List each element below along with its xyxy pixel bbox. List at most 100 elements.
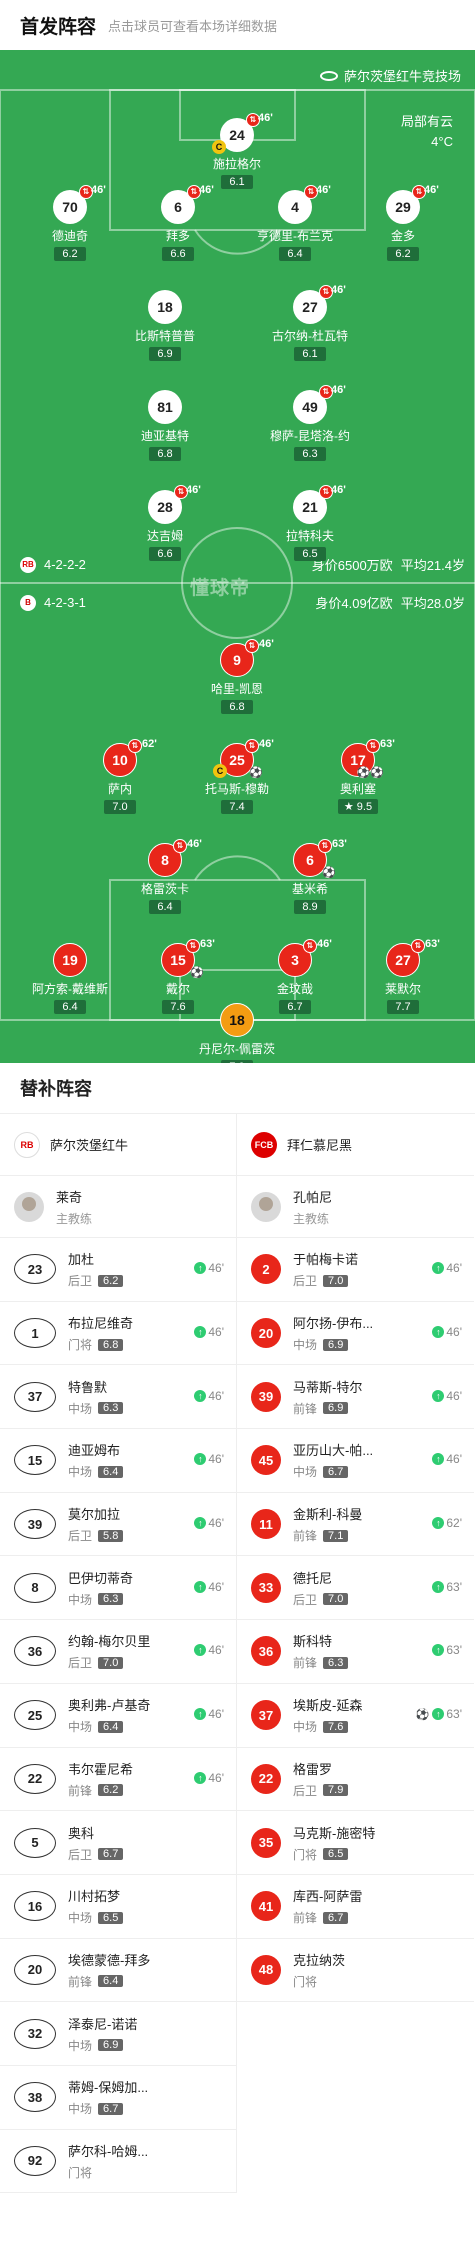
substitutes-section: 替补阵容 RB 萨尔茨堡红牛 莱奇 主教练 23 加杜 后卫 6.2 ↑ 46' 1 布拉尼维… [0,1063,475,2194]
sub-row[interactable]: 39 莫尔加拉 后卫 5.8 ↑ 46' [0,1493,236,1557]
sub-row[interactable]: 20 埃德蒙德-拜多 前锋 6.4 [0,1939,236,2003]
sub-name: 泽泰尼-诺诺 [68,2016,138,2032]
player-name: 金多 [390,229,415,243]
sub-position: 中场 [68,1720,93,1735]
sub-row[interactable]: 37 特鲁默 中场 6.3 ↑ 46' [0,1365,236,1430]
sub-number: 2 [251,1254,281,1285]
sub-row[interactable]: 33 德托尼 后卫 7.0 ↑ 63' [237,1556,474,1621]
sub-position: 后卫 [293,1783,318,1798]
sub-arrow-icon: ⇅ [173,839,187,853]
player-name: 穆萨-昆塔洛-约 [270,429,350,443]
sub-name: 金斯利-科曼 [293,1507,363,1523]
sub-row[interactable]: 41 库西-阿萨雷 前锋 6.7 [237,1875,474,1939]
sub-rating: 6.4 [98,1720,124,1733]
sub-number: 23 [14,1254,56,1285]
player-home[interactable]: 70 ⇅ 46' 德迪奇 6.2 [20,184,120,262]
sub-time: 46' [331,484,346,496]
lineup-subtitle: 点击球员可查看本场详细数据 [108,18,278,34]
away-coach[interactable]: 孔帕尼 主教练 [237,1176,474,1238]
player-number: 27 ⇅ 63' [386,938,440,977]
sub-row[interactable]: 16 川村拓梦 中场 6.5 [0,1875,236,1939]
sub-number: 11 [251,1509,281,1540]
player-number: 29 ⇅ 46' [386,184,439,224]
player-name: 奥利塞 [339,782,376,796]
sub-name: 埃德蒙德-拜多 [68,1952,151,1968]
sub-row[interactable]: 2 于帕梅卡诺 后卫 7.0 ↑ 46' [237,1238,474,1302]
player-away[interactable]: 17 ⇅ 63' ⚽⚽ 奥利塞 ★ 9.5 [308,738,408,815]
player-home[interactable]: 18 比斯特普普 6.9 [115,290,215,362]
player-home[interactable]: 29 ⇅ 46' 金多 6.2 [353,184,453,262]
away-team-name-row[interactable]: FCB 拜仁慕尼黑 [237,1114,474,1176]
sub-rating: 7.9 [323,1784,349,1797]
sub-row[interactable]: 8 巴伊切蒂奇 中场 6.3 ↑ 46' [0,1556,236,1621]
goal-icon: ⚽ [415,1708,430,1721]
home-formation: 4-2-2-2 [44,557,86,572]
sub-rating: 6.3 [98,1402,124,1415]
home-team-summary: RB 4-2-2-2 身价6500万欧 平均21.4岁 [0,555,475,574]
player-home[interactable]: 21 ⇅ 46' 拉特科夫 6.5 [260,484,360,562]
player-name: 戴尔 [165,982,190,996]
sub-time: 46' [424,184,439,196]
player-home[interactable]: 81 迪亚基特 6.8 [115,390,215,462]
sub-arrow-icon: ⇅ [245,639,259,653]
sub-position: 门将 [68,1338,93,1353]
sub-row[interactable]: 38 蒂姆-保姆加... 中场 6.7 [0,2066,236,2130]
sub-row[interactable]: 37 埃斯皮-延森 中场 7.6 ⚽ ↑ 63' [237,1684,474,1748]
sub-row[interactable]: 23 加杜 后卫 6.2 ↑ 46' [0,1238,236,1302]
sub-row[interactable]: 22 格雷罗 后卫 7.9 [237,1748,474,1812]
sub-row[interactable]: 45 亚历山大-帕... 中场 6.7 ↑ 46' [237,1429,474,1493]
salzburg-logo-icon: RB [14,1131,40,1158]
sub-row[interactable]: 1 布拉尼维奇 门将 6.8 ↑ 46' [0,1302,236,1366]
player-number: 17 ⇅ 63' ⚽⚽ [341,738,395,779]
sub-name: 库西-阿萨雷 [293,1889,363,1905]
sub-position: 中场 [68,1911,93,1926]
player-away[interactable]: 10 ⇅ 62' 萨内 7.0 [70,738,170,815]
sub-row[interactable]: 22 韦尔霍尼希 前锋 6.2 ↑ 46' [0,1748,236,1812]
player-number: 15 ⇅ 63' ⚽ [161,938,215,979]
player-home[interactable]: 4 ⇅ 46' 亨德里-布兰克 6.4 [245,184,345,262]
player-rating: 6.1 [294,347,326,361]
player-away[interactable]: 19 阿方索-戴维斯 6.4 [20,943,120,1015]
sub-row[interactable]: 35 马克斯-施密特 门将 6.5 [237,1811,474,1875]
goal-icon: ⚽⚽ [356,767,384,779]
sub-row[interactable]: 92 萨尔科-哈姆... 门将 [0,2130,236,2194]
sub-row[interactable]: 25 奥利弗-卢基奇 中场 6.4 ↑ 46' [0,1684,236,1748]
away-coach-name: 孔帕尼 [293,1189,333,1205]
player-home[interactable]: 49 ⇅ 46' 穆萨-昆塔洛-约 6.3 [260,384,360,462]
player-away[interactable]: 25 ⇅ 46' C ⚽ 托马斯-穆勒 7.4 [187,738,287,815]
sub-rating: 7.0 [323,1274,349,1287]
sub-row[interactable]: 20 阿尔扬-伊布... 中场 6.9 ↑ 46' [237,1302,474,1366]
sub-in-time: ↑ 63' [432,1580,462,1594]
stadium-info: 萨尔茨堡红牛竞技场 [319,66,461,85]
sub-time: 62' [142,738,157,750]
away-team-name: 拜仁慕尼黑 [287,1138,353,1153]
sub-row[interactable]: 36 斯科特 前锋 6.3 ↑ 63' [237,1620,474,1684]
sub-number: 15 [14,1445,56,1476]
player-away[interactable]: 27 ⇅ 63' 莱默尔 7.7 [353,938,453,1015]
player-home[interactable]: 24 ⇅ 46' C 施拉格尔 6.1 [187,112,287,190]
player-home[interactable]: 28 ⇅ 46' 达吉姆 6.6 [115,484,215,562]
player-away[interactable]: 9 ⇅ 46' 哈里-凯恩 6.8 [187,638,287,715]
sub-row[interactable]: 15 迪亚姆布 中场 6.4 ↑ 46' [0,1429,236,1493]
home-coach[interactable]: 莱奇 主教练 [0,1176,236,1238]
sub-row[interactable]: 39 马蒂斯-特尔 前锋 6.9 ↑ 46' [237,1365,474,1430]
player-home[interactable]: 27 ⇅ 46' 古尔纳-杜瓦特 6.1 [260,284,360,362]
sub-in-time: ↑ 46' [194,1771,224,1785]
sub-row[interactable]: 5 奥科 后卫 6.7 [0,1811,236,1875]
player-home[interactable]: 6 ⇅ 46' 拜多 6.6 [128,184,228,262]
home-team-name-row[interactable]: RB 萨尔茨堡红牛 [0,1114,236,1176]
player-rating: 6.4 [149,900,181,914]
sub-row[interactable]: 48 克拉纳茨 门将 [237,1939,474,2003]
sub-rating: 6.7 [323,1911,349,1924]
sub-number: 22 [251,1763,281,1794]
player-away[interactable]: 18丹尼尔-佩雷茨7.0 [187,1003,287,1063]
sub-rating: 7.1 [323,1529,349,1542]
player-away[interactable]: 6 ⇅ 63' ⚽ 基米希 8.9 [260,838,360,915]
sub-row[interactable]: 32 泽泰尼-诺诺 中场 6.9 [0,2002,236,2066]
away-formation: 4-2-3-1 [44,595,86,610]
player-away[interactable]: 8 ⇅ 46' 格雷茨卡 6.4 [115,838,215,915]
sub-row[interactable]: 11 金斯利-科曼 前锋 7.1 ↑ 62' [237,1493,474,1557]
sub-row[interactable]: 36 约翰-梅尔贝里 后卫 7.0 ↑ 46' [0,1620,236,1684]
sub-position: 门将 [293,1847,318,1862]
player-rating: 6.5 [294,547,326,561]
